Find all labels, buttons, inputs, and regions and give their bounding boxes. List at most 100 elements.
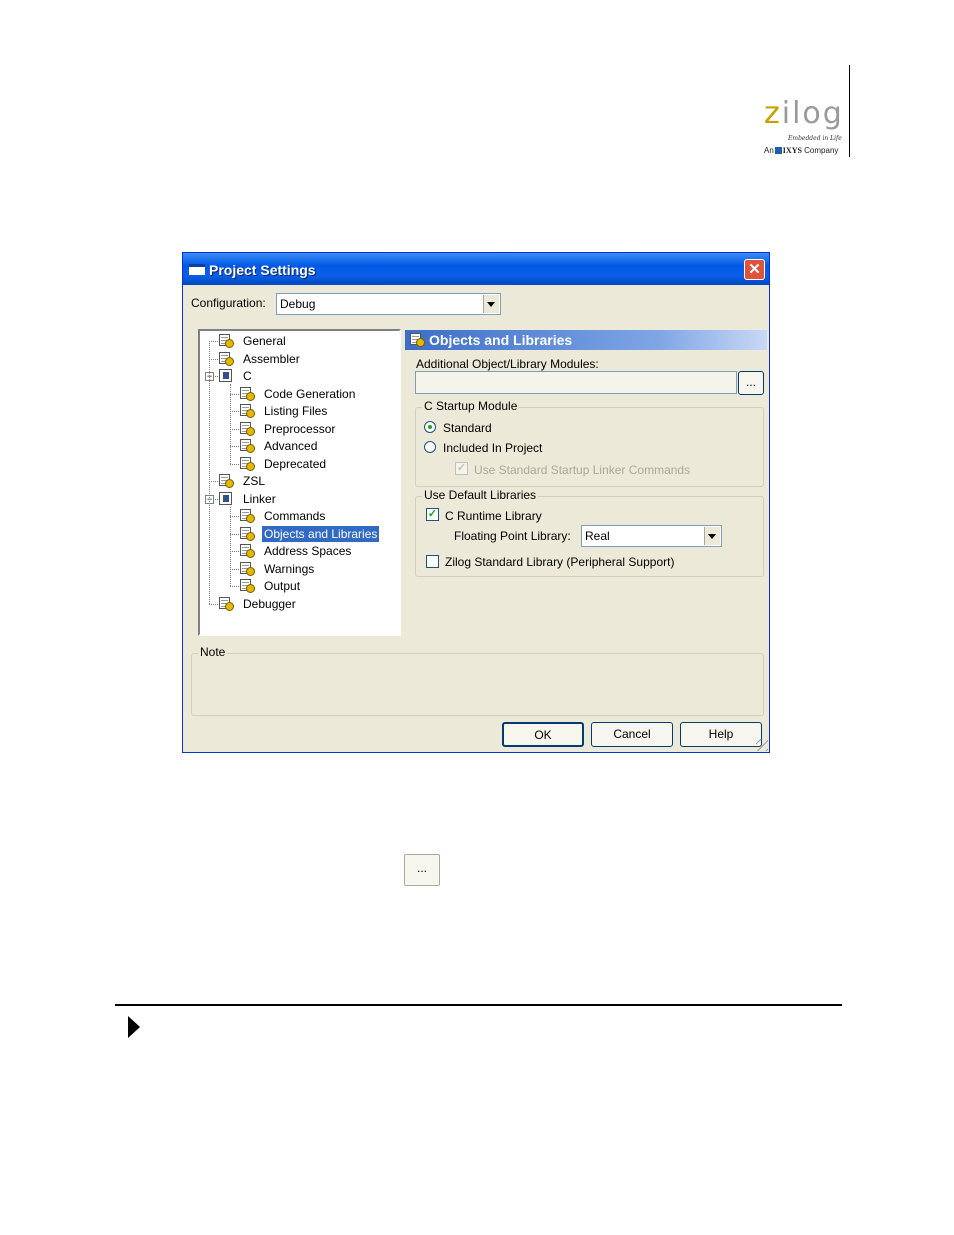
tree-item[interactable]: C (219, 368, 380, 384)
browse-button-illustration: ... (404, 854, 440, 886)
tree-item[interactable]: General (219, 333, 380, 349)
tree-item-label: Deprecated (264, 456, 327, 471)
tree-item[interactable]: Output (240, 578, 380, 594)
additional-modules-input[interactable] (415, 371, 737, 394)
chevron-down-icon[interactable] (704, 527, 720, 545)
included-in-project-label[interactable]: Included In Project (443, 441, 542, 455)
tree-connector (230, 384, 231, 464)
project-settings-dialog: Project Settings ✕ Configuration: Debug … (182, 252, 770, 753)
configuration-select[interactable]: Debug (276, 293, 501, 315)
included-in-project-radio[interactable] (424, 441, 436, 453)
tree-connector (230, 533, 239, 535)
tree-item-label: Preprocessor (264, 421, 336, 436)
tree-connector (230, 463, 239, 465)
tree-item-label: Code Generation (264, 386, 356, 401)
configuration-label: Configuration: (191, 296, 266, 310)
note-label: Note (198, 645, 228, 659)
configuration-value: Debug (280, 297, 316, 311)
floating-point-label: Floating Point Library: (454, 529, 571, 543)
tree-item[interactable]: Objects and Libraries (240, 525, 380, 542)
tree-item[interactable]: Linker (219, 491, 380, 507)
c-runtime-label[interactable]: C Runtime Library (445, 509, 542, 523)
tree-connector (230, 393, 239, 395)
tree-connector (230, 516, 239, 517)
tree-connector (209, 481, 218, 482)
tree-item[interactable]: ZSL (219, 473, 380, 489)
tree-connector (230, 568, 239, 570)
tree-item-label: Objects and Libraries (262, 525, 380, 542)
tree-item-label: Advanced (264, 439, 318, 453)
tree-item[interactable]: Code Generation (240, 386, 380, 402)
tree-item-label: General (243, 334, 286, 348)
help-button[interactable]: Help (680, 722, 762, 747)
additional-modules-label: Additional Object/Library Modules: (416, 357, 599, 371)
tree-connector (209, 358, 218, 360)
tree-item[interactable]: Advanced (240, 438, 380, 454)
use-standard-linker-checkbox[interactable]: ✓ (455, 462, 468, 475)
settings-page-icon (410, 333, 426, 347)
tree-item[interactable]: Preprocessor (240, 421, 380, 437)
tree-item[interactable]: Warnings (240, 561, 380, 577)
standard-radio[interactable] (424, 421, 436, 433)
settings-page-icon (240, 421, 256, 436)
note-group: Note (191, 645, 764, 716)
default-libraries-title: Use Default Libraries (422, 488, 539, 502)
settings-page-icon (219, 596, 235, 611)
logo-company-suffix: Company (804, 146, 839, 155)
settings-page-icon (219, 351, 235, 366)
tree-connector (230, 586, 239, 587)
folder-icon (219, 369, 235, 383)
settings-page-icon (219, 474, 235, 488)
ixys-square-icon (774, 147, 782, 154)
ok-button[interactable]: OK (502, 722, 584, 747)
panel-title: Objects and Libraries (429, 332, 573, 348)
tree-item[interactable]: Debugger (219, 596, 380, 612)
standard-label[interactable]: Standard (443, 421, 492, 435)
cancel-button[interactable]: Cancel (591, 722, 673, 747)
settings-page-icon (219, 334, 235, 348)
settings-tree[interactable]: General Assembler C − Code Generation Listing… (198, 329, 401, 636)
tree-connector (209, 341, 210, 604)
close-button[interactable]: ✕ (744, 259, 765, 280)
tree-connector (230, 551, 239, 552)
settings-page-icon (240, 509, 256, 523)
tree-connector (230, 428, 239, 430)
tree-item-label: Output (264, 579, 301, 593)
floating-point-select[interactable]: Real (581, 525, 722, 547)
startup-module-title: C Startup Module (422, 399, 520, 413)
tree-item-label: C (243, 369, 252, 383)
chevron-down-icon[interactable] (483, 295, 499, 313)
settings-page-icon (240, 526, 256, 541)
settings-page-icon (240, 579, 256, 593)
tree-item[interactable]: Assembler (219, 351, 380, 367)
tree-item-label: Linker (243, 491, 276, 506)
header-divider (849, 65, 850, 157)
tree-item-label: Warnings (264, 561, 315, 576)
settings-page-icon (240, 404, 256, 418)
tree-connector (230, 506, 231, 586)
tree-item-label: ZSL (243, 474, 266, 488)
tree-item[interactable]: Listing Files (240, 403, 380, 419)
tree-connector (230, 411, 239, 412)
arrow-right-icon (128, 1016, 140, 1038)
settings-page-icon (240, 439, 256, 453)
tree-item[interactable]: Address Spaces (240, 543, 380, 559)
window-icon (189, 264, 205, 275)
zilog-std-library-label[interactable]: Zilog Standard Library (Peripheral Suppo… (445, 555, 674, 569)
resize-grip-icon[interactable] (756, 739, 768, 751)
folder-icon (219, 491, 235, 506)
title-bar[interactable]: Project Settings ✕ (183, 253, 769, 285)
zilog-logo: zilog Embedded in Life An IXYS Company (760, 96, 848, 160)
tree-item[interactable]: Deprecated (240, 456, 380, 472)
c-runtime-checkbox[interactable]: ✓ (426, 508, 439, 521)
dialog-title: Project Settings (209, 262, 316, 278)
tree-item-label: Debugger (243, 596, 296, 611)
logo-wordmark: zilog (764, 96, 844, 131)
tree-item[interactable]: Commands (240, 508, 380, 524)
section-rule (115, 1004, 842, 1006)
tree-item-label: Commands (264, 509, 326, 523)
zilog-std-library-checkbox[interactable] (426, 555, 439, 568)
browse-modules-button[interactable]: ... (738, 371, 764, 395)
tree-connector (230, 446, 239, 447)
settings-page-icon (240, 386, 256, 401)
